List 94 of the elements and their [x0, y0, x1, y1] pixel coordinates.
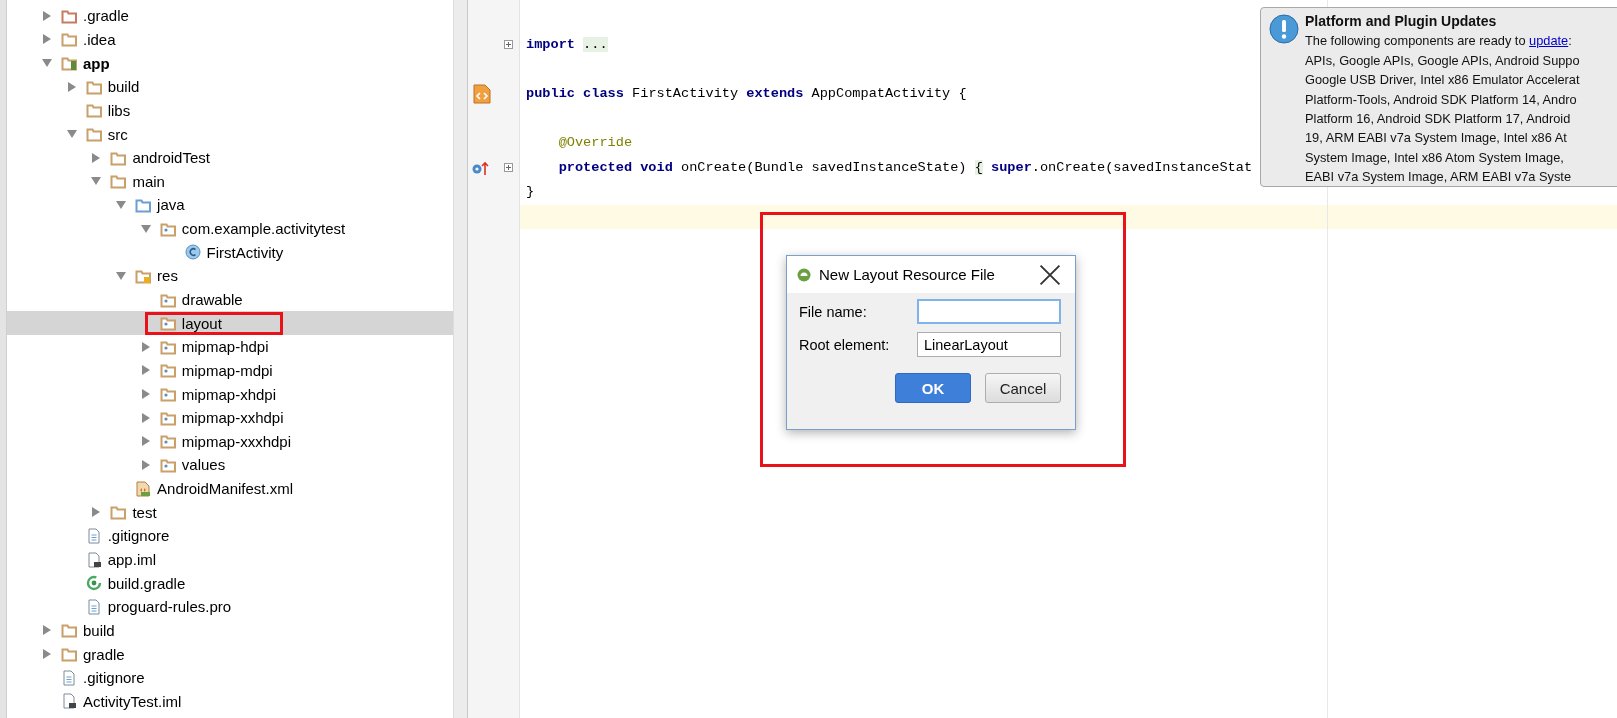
text-file-icon: [61, 669, 77, 686]
folder-icon: [159, 362, 176, 379]
folder-icon: [61, 31, 77, 48]
expand-arrow-icon[interactable]: [139, 435, 152, 448]
notification-text: Platform 16, Android SDK Platform 17, Android: [1305, 110, 1572, 129]
expand-arrow-icon[interactable]: [65, 80, 78, 93]
tree-item[interactable]: com.example.activitytest: [181, 220, 346, 238]
expand-arrow-icon[interactable]: [139, 388, 152, 401]
dialog-title: New Layout Resource File: [819, 266, 996, 283]
notification-text: EABI v7a System Image, ARM EABI v7a Syste: [1305, 168, 1572, 187]
code-line: public class FirstActivity extends AppCompatActivity {: [526, 84, 967, 103]
tree-item[interactable]: androidTest: [132, 149, 210, 167]
fold-marker-icon[interactable]: [504, 162, 513, 172]
tree-item[interactable]: ActivityTest.iml: [83, 692, 182, 710]
tree-item[interactable]: values: [181, 456, 226, 474]
field-label: File name:: [799, 303, 867, 320]
tree-item[interactable]: build: [107, 78, 140, 96]
notification-text: The following components are ready to update:: [1305, 32, 1573, 51]
folder-icon: [85, 102, 102, 119]
code-line: }: [526, 183, 535, 202]
manifest-file-icon: [135, 480, 152, 497]
tree-item[interactable]: app.iml: [107, 551, 157, 569]
tree-item[interactable]: .gitignore: [107, 527, 170, 545]
tree-item[interactable]: .gradle: [83, 7, 129, 25]
module-file-icon: [61, 693, 77, 710]
input-field[interactable]: [917, 299, 1061, 324]
tree-item[interactable]: .gitignore: [83, 669, 145, 687]
module-file-icon: [85, 551, 102, 568]
collapse-arrow-icon[interactable]: [115, 198, 128, 211]
code-line: import ...: [526, 35, 608, 54]
layout-file-icon[interactable]: [473, 83, 491, 104]
tree-item[interactable]: build: [83, 621, 115, 639]
class-icon: [184, 244, 201, 261]
tree-item[interactable]: main: [132, 172, 165, 190]
tree-item[interactable]: FirstActivity: [206, 243, 284, 261]
text-file-icon: [85, 527, 102, 544]
folder-icon: [159, 433, 176, 450]
folder-icon: [110, 173, 127, 190]
module-folder-icon: [61, 55, 77, 72]
tree-item[interactable]: layout: [181, 314, 222, 332]
tree-item[interactable]: AndroidManifest.xml: [157, 480, 293, 498]
input-field[interactable]: LinearLayout: [917, 332, 1061, 357]
info-icon: [1269, 14, 1299, 44]
expand-arrow-icon[interactable]: [41, 648, 53, 661]
expand-arrow-icon[interactable]: [41, 33, 53, 46]
tree-item[interactable]: java: [157, 196, 185, 214]
notification-text: Platform-Tools, Android SDK Platform 14, Andro: [1305, 90, 1578, 109]
tree-item[interactable]: test: [132, 503, 157, 521]
tree-item[interactable]: proguard-rules.pro: [107, 598, 232, 616]
field-label: Root element:: [799, 336, 890, 353]
folder-icon: [61, 622, 77, 639]
expand-arrow-icon[interactable]: [139, 459, 152, 471]
expand-arrow-icon[interactable]: [41, 624, 53, 637]
folder-icon: [110, 504, 127, 521]
tree-item[interactable]: mipmap-mdpi: [181, 361, 273, 379]
expand-arrow-icon[interactable]: [41, 9, 53, 22]
code-line: @Override: [558, 133, 633, 152]
tree-item[interactable]: res: [157, 267, 178, 285]
tree-item[interactable]: src: [107, 125, 128, 143]
scrollbar[interactable]: [453, 0, 467, 718]
tree-item[interactable]: drawable: [181, 291, 243, 308]
text-file-icon: [85, 598, 102, 615]
tree-item[interactable]: gradle: [83, 645, 125, 663]
tree-item[interactable]: app: [83, 54, 110, 72]
notification-text: Google USB Driver, Intel x86 Emulator Accelerat: [1305, 71, 1580, 90]
notification-text: APIs, Google APIs, Google APIs, Android Suppo: [1305, 51, 1580, 70]
tree-item[interactable]: mipmap-hdpi: [181, 338, 269, 356]
folder-icon: [159, 386, 176, 403]
notification-text: System Image, Intel x86 Atom System Image,: [1305, 148, 1565, 167]
tree-item[interactable]: mipmap-xhdpi: [181, 385, 276, 403]
expand-arrow-icon[interactable]: [139, 411, 152, 424]
folder-icon: [159, 315, 176, 332]
collapse-arrow-icon[interactable]: [115, 269, 128, 282]
folder-icon: [61, 646, 77, 663]
notification-text: 19, ARM EABI v7a System Image, Intel x86 At: [1305, 129, 1568, 148]
tree-item[interactable]: .idea: [83, 30, 116, 48]
tree-item[interactable]: mipmap-xxhdpi: [181, 409, 284, 427]
notification-title: Platform and Plugin Updates: [1305, 12, 1498, 31]
tree-item[interactable]: mipmap-xxxhdpi: [181, 432, 291, 450]
folder-icon: [85, 126, 102, 142]
tree-item[interactable]: libs: [107, 101, 131, 119]
tree-item[interactable]: build.gradle: [107, 574, 186, 592]
override-icon[interactable]: [472, 160, 490, 175]
cancel-button[interactable]: Cancel: [985, 373, 1061, 403]
code-line: protected void onCreate(Bundle savedInstanceState) { super.onCreate(savedInstanceStat: [558, 158, 1253, 177]
gradle-icon: [85, 575, 102, 592]
expand-arrow-icon[interactable]: [139, 340, 152, 353]
ok-button[interactable]: OK: [895, 373, 971, 403]
fold-marker-icon[interactable]: [504, 39, 513, 49]
collapse-arrow-icon[interactable]: [65, 128, 78, 140]
android-icon: [797, 267, 811, 282]
collapse-arrow-icon[interactable]: [139, 222, 152, 235]
expand-arrow-icon[interactable]: [139, 364, 152, 377]
folder-icon: [159, 457, 176, 473]
